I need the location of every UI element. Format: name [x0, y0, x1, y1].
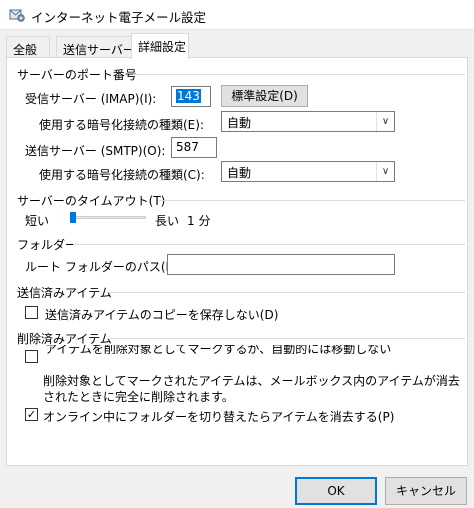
- timeout-long-label: 長い: [155, 214, 180, 228]
- tab-advanced[interactable]: 詳細設定: [131, 33, 189, 59]
- mail-settings-icon: [9, 9, 25, 22]
- tab-general[interactable]: 全般: [6, 36, 50, 58]
- deleted-items-heading: 削除済みアイテム: [17, 332, 112, 346]
- divider: [107, 338, 465, 339]
- incoming-port-value: 143: [176, 89, 201, 103]
- tab-strip: 全般 送信サーバー 詳細設定: [0, 30, 474, 59]
- divider: [73, 244, 465, 245]
- purge-on-switch-checkbox[interactable]: ✓: [25, 408, 38, 421]
- incoming-port-label: 受信サーバー (IMAP)(I):: [25, 92, 157, 106]
- mark-for-deletion-checkbox[interactable]: [25, 350, 38, 363]
- divider: [107, 292, 465, 293]
- no-copy-label: 送信済みアイテムのコピーを保存しない(D): [45, 308, 279, 322]
- root-folder-label: ルート フォルダーのパス(F):: [25, 260, 182, 274]
- folders-heading: フォルダー: [17, 238, 78, 252]
- timeout-heading: サーバーのタイムアウト(T): [17, 194, 166, 208]
- outgoing-encryption-value: 自動: [227, 166, 252, 180]
- outgoing-port-label: 送信サーバー (SMTP)(O):: [25, 144, 166, 158]
- timeout-slider-thumb[interactable]: [70, 212, 76, 223]
- deleted-items-note-line1: 削除対象としてマークされたアイテムは、メールボックス内のアイテムが消去: [43, 374, 460, 388]
- incoming-encryption-label: 使用する暗号化接続の種類(E):: [39, 118, 204, 132]
- cancel-button[interactable]: キャンセル: [385, 477, 467, 505]
- timeout-value: 1 分: [187, 214, 211, 228]
- tab-outgoing-server[interactable]: 送信サーバー: [56, 36, 135, 58]
- mark-for-deletion-label: アイテムを削除対象としてマークするが、自動的には移動しない: [45, 345, 392, 354]
- incoming-encryption-select[interactable]: 自動 ∨: [221, 111, 395, 132]
- advanced-settings-panel: サーバーのポート番号 受信サーバー (IMAP)(I): 143 標準設定(D)…: [6, 57, 468, 466]
- purge-on-switch-label: オンライン中にフォルダーを切り替えたらアイテムを消去する(P): [43, 410, 395, 424]
- sent-items-heading: 送信済みアイテム: [17, 286, 112, 300]
- outgoing-encryption-select[interactable]: 自動 ∨: [221, 161, 395, 182]
- checkmark-icon: ✓: [26, 408, 37, 421]
- root-folder-input[interactable]: [167, 254, 395, 275]
- default-settings-button[interactable]: 標準設定(D): [221, 85, 308, 107]
- divider: [159, 200, 465, 201]
- deleted-items-note-line2: されたときに完全に削除されます。: [43, 390, 234, 404]
- outgoing-encryption-label: 使用する暗号化接続の種類(C):: [39, 168, 205, 182]
- incoming-port-input[interactable]: 143: [171, 86, 211, 107]
- divider: [133, 74, 465, 75]
- chevron-down-icon: ∨: [376, 112, 394, 131]
- ok-button[interactable]: OK: [295, 477, 377, 505]
- timeout-slider-track[interactable]: [70, 216, 146, 219]
- server-ports-heading: サーバーのポート番号: [17, 68, 137, 82]
- incoming-encryption-value: 自動: [227, 116, 252, 130]
- outgoing-port-input[interactable]: 587: [171, 137, 217, 158]
- timeout-short-label: 短い: [25, 214, 50, 228]
- title-bar: インターネット電子メール設定: [0, 0, 474, 30]
- window-title: インターネット電子メール設定: [31, 10, 207, 25]
- chevron-down-icon: ∨: [376, 162, 394, 181]
- no-copy-checkbox[interactable]: [25, 306, 38, 319]
